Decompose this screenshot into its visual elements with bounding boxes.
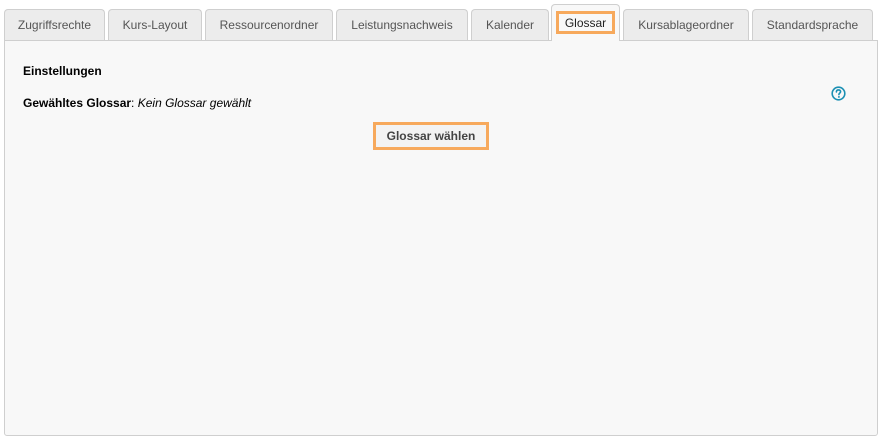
choose-glossary-button[interactable]: Glossar wählen [373,122,489,150]
tab-zugriffsrechte[interactable]: Zugriffsrechte [4,9,105,40]
tab-standardsprache[interactable]: Standardsprache [752,9,873,40]
selected-glossary-value: Kein Glossar gewählt [137,96,252,110]
selected-glossary-label: Gewähltes Glossar [23,96,132,110]
tab-glossar[interactable]: Glossar [551,4,620,41]
section-title: Einstellungen [23,64,102,78]
help-icon[interactable] [831,86,846,101]
tab-leistungsnachweis[interactable]: Leistungsnachweis [336,9,468,40]
tab-glossar-label: Glossar [555,10,616,34]
field-separator: : [131,96,135,110]
tab-kurs-layout[interactable]: Kurs-Layout [108,9,202,40]
tab-bar: Zugriffsrechte Kurs-Layout Ressourcenord… [0,0,878,41]
tab-kalender[interactable]: Kalender [471,9,549,40]
tab-kursablageordner[interactable]: Kursablageordner [623,9,749,40]
settings-panel: Einstellungen Gewähltes Glossar: Kein Gl… [4,40,878,436]
selected-glossary-row: Gewähltes Glossar: Kein Glossar gewählt [23,96,251,110]
tab-ressourcenordner[interactable]: Ressourcenordner [205,9,333,40]
